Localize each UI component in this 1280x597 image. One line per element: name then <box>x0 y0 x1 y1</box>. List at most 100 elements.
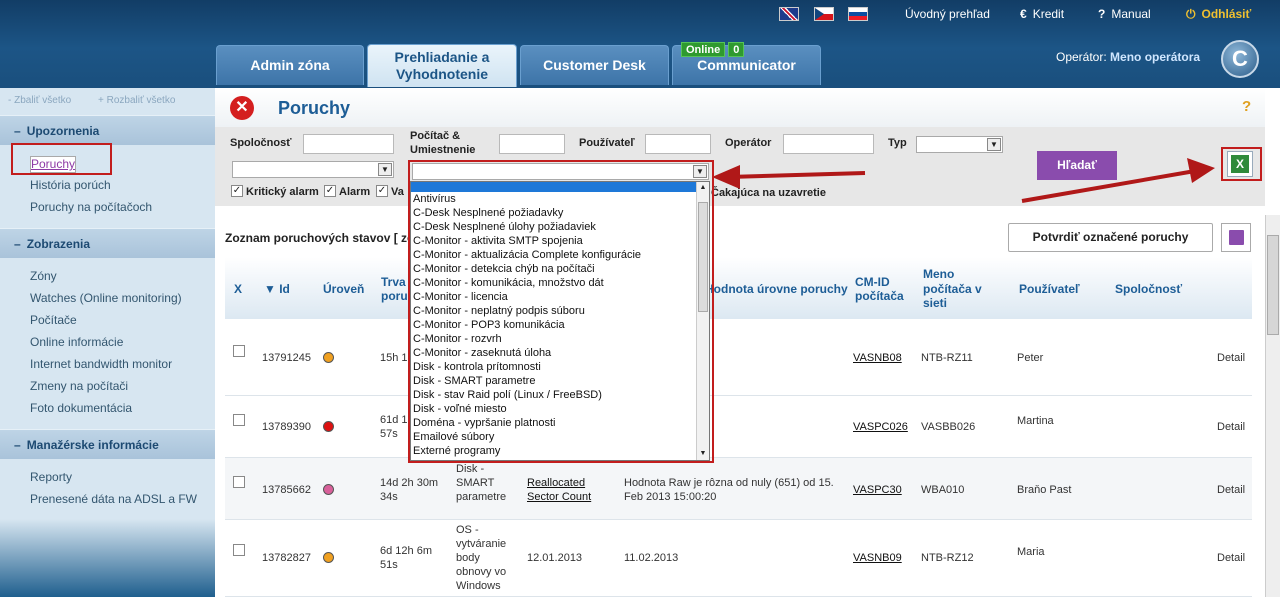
col-level[interactable]: Úroveň <box>323 282 364 296</box>
computer-input[interactable] <box>499 134 565 154</box>
sidebar-item-watches[interactable]: Watches (Online monitoring) <box>30 291 182 305</box>
online-count: 0 <box>728 42 745 57</box>
level-indicator <box>323 352 334 363</box>
critical-alarm-checkbox[interactable]: ✓ <box>231 185 243 197</box>
tab-label: Prehliadanie a Vyhodnotenie <box>394 49 490 82</box>
tab-browse-evaluate[interactable]: Prehliadanie a Vyhodnotenie <box>367 44 517 87</box>
row-cmid[interactable]: VASNB09 <box>853 551 902 565</box>
row-id: 13789390 <box>262 421 311 433</box>
sidebar-item-bandwidth[interactable]: Internet bandwidth monitor <box>30 357 172 371</box>
sidebar-item-computers[interactable]: Počítače <box>30 313 77 327</box>
col-name-3: sieti <box>923 296 948 310</box>
tab-admin-zone[interactable]: Admin zóna <box>216 45 364 85</box>
logout-link[interactable]: ⏻ Odhlásiť <box>1186 7 1251 22</box>
sidebar-item-zones[interactable]: Zóny <box>30 269 57 283</box>
row-param-2[interactable]: Sector Count <box>527 490 591 504</box>
row-duration: 6d 12h 6m <box>380 545 432 557</box>
row-name: NTB-RZ12 <box>921 552 974 564</box>
sidebar-item-reports[interactable]: Reporty <box>30 470 72 484</box>
page-scrollbar[interactable] <box>1265 215 1280 597</box>
row-user: Peter <box>1017 352 1044 364</box>
row-detail[interactable]: Detail <box>1217 420 1245 434</box>
row-param: 12.01.2013 <box>527 552 583 564</box>
credit-link[interactable]: € Kredit <box>1020 7 1064 21</box>
row-detail[interactable]: Detail <box>1217 483 1245 497</box>
row-user: Braňo Past <box>1017 484 1072 496</box>
row-detail[interactable]: Detail <box>1217 351 1245 365</box>
arrow-right-head <box>1187 158 1215 183</box>
section-title: Upozornenia <box>26 124 100 138</box>
scrollbar-thumb[interactable] <box>1267 235 1279 335</box>
sidebar-item-computer-faults[interactable]: Poruchy na počítačoch <box>30 200 152 214</box>
section-alerts[interactable]: Upozornenia <box>0 115 215 145</box>
row-cmid[interactable]: VASPC026 <box>853 420 908 434</box>
col-id-label: Id <box>279 282 290 296</box>
row-type: OS - <box>456 524 479 536</box>
highlight-faults-item <box>11 143 112 175</box>
online-label: Online <box>681 42 726 57</box>
sidebar-item-photo-docs[interactable]: Foto dokumentácia <box>30 401 132 415</box>
col-user[interactable]: Používateľ <box>1019 282 1080 296</box>
section-management[interactable]: Manažérske informácie <box>0 429 215 459</box>
section-views[interactable]: Zobrazenia <box>0 228 215 258</box>
table-row: 13782827 6d 12h 6m 51s OS - vytváranie b… <box>225 520 1252 597</box>
row-duration: 15h 1 <box>380 352 408 364</box>
company-input[interactable] <box>303 134 394 154</box>
row-name: VASBB026 <box>921 421 976 433</box>
level-indicator <box>323 421 334 432</box>
confirm-faults-button[interactable]: Potvrdiť označené poruchy <box>1008 223 1213 252</box>
online-status: Online 0 <box>681 42 745 57</box>
row-checkbox[interactable] <box>233 476 245 488</box>
expand-all[interactable]: + Rozbaliť všetko <box>98 95 175 106</box>
col-duration-2: poru <box>381 289 408 303</box>
warning-label: Va <box>391 186 404 198</box>
logout-label: Odhlásiť <box>1201 7 1252 21</box>
top-header: Úvodný prehľad € Kredit ? Manual ⏻ Odhlásiť… <box>0 0 1280 88</box>
col-duration[interactable]: Trva <box>381 275 406 289</box>
sk-flag-icon[interactable] <box>848 7 868 21</box>
list-title: Zoznam poruchových stavov [ zo <box>225 231 415 245</box>
row-checkbox[interactable] <box>233 345 245 357</box>
company-label: Spoločnosť <box>230 137 292 149</box>
tab-customer-desk[interactable]: Customer Desk <box>520 45 669 85</box>
row-checkbox[interactable] <box>233 414 245 426</box>
section-title: Zobrazenia <box>26 237 91 251</box>
arrow-left-line <box>727 171 866 179</box>
row-cmid[interactable]: VASPC30 <box>853 483 902 497</box>
uk-flag-icon[interactable] <box>779 7 799 21</box>
row-param[interactable]: Reallocated <box>527 476 585 490</box>
sidebar-item-changes[interactable]: Zmeny na počítači <box>30 379 128 393</box>
help-icon[interactable]: ? <box>1242 98 1251 115</box>
col-id[interactable]: ▼ Id <box>264 282 290 296</box>
manual-label: Manual <box>1111 7 1151 21</box>
col-company[interactable]: Spoločnosť <box>1115 282 1182 296</box>
highlight-dropdown <box>408 160 714 463</box>
tab-label: Admin zóna <box>250 57 330 73</box>
row-cmid[interactable]: VASNB08 <box>853 351 902 365</box>
level-indicator <box>323 552 334 563</box>
computer-label: Počítač & <box>410 130 461 142</box>
col-cmid[interactable]: CM-ID <box>855 275 890 289</box>
alarm-checkbox[interactable]: ✓ <box>324 185 336 197</box>
row-detail[interactable]: Detail <box>1217 551 1245 565</box>
credit-label: Kredit <box>1032 7 1065 21</box>
manual-link[interactable]: ? Manual <box>1098 7 1151 21</box>
warning-checkbox[interactable]: ✓ <box>376 185 388 197</box>
row-type-4: obnovy vo <box>456 566 507 578</box>
sidebar-item-online-info[interactable]: Online informácie <box>30 335 123 349</box>
company-select[interactable]: ▼ <box>232 161 394 178</box>
row-value: Hodnota Raw je rôzna od nuly (651) od 15… <box>624 477 834 489</box>
row-checkbox[interactable] <box>233 544 245 556</box>
col-value[interactable]: Hodnota úrovne poruchy <box>705 282 848 296</box>
collapse-all[interactable]: - Zbaliť všetko <box>8 95 71 106</box>
sidebar-footer <box>0 519 215 597</box>
row-type: Disk - <box>456 463 485 475</box>
overview-link[interactable]: Úvodný prehľad <box>905 7 990 21</box>
cz-flag-icon[interactable] <box>814 7 834 21</box>
sidebar-item-fault-history[interactable]: História porúch <box>30 178 111 192</box>
location-label: Umiestnenie <box>410 144 476 156</box>
row-type-2: vytváranie <box>456 538 507 550</box>
sidebar-item-transferred-data[interactable]: Prenesené dáta na ADSL a FW <box>30 492 197 506</box>
save-button[interactable] <box>1221 223 1251 252</box>
col-name[interactable]: Meno <box>923 267 954 281</box>
